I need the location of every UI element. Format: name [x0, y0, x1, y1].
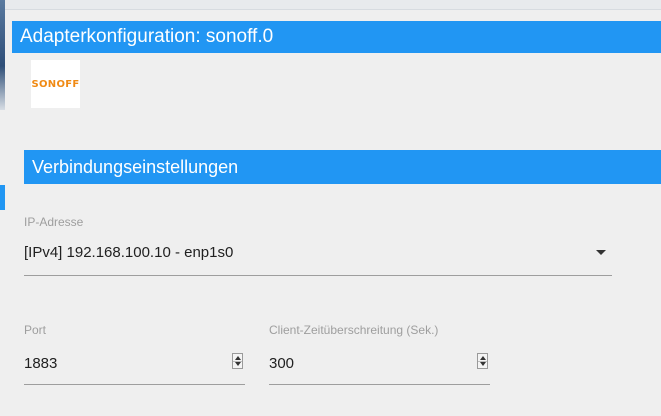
port-spinner-icon[interactable]: [232, 353, 243, 369]
section-header-connection: Verbindungseinstellungen: [24, 150, 661, 184]
adapter-config-dialog: Adapterkonfiguration: sonoff.0 SONOFF Ve…: [5, 0, 661, 416]
dialog-top-edge: [5, 0, 661, 10]
spinner-up-icon[interactable]: [235, 356, 241, 360]
sonoff-logo-text: SONOFF: [31, 78, 80, 90]
spinner-up-icon[interactable]: [480, 356, 486, 360]
sonoff-logo: SONOFF: [31, 60, 80, 108]
timeout-spinner-icon[interactable]: [477, 353, 488, 369]
ip-address-value: [IPv4] 192.168.100.10 - enp1s0: [24, 244, 234, 261]
port-input[interactable]: 1883: [24, 347, 245, 385]
ip-address-label: IP-Adresse: [24, 215, 84, 229]
timeout-input[interactable]: 300: [269, 347, 490, 385]
ip-address-select[interactable]: [IPv4] 192.168.100.10 - enp1s0: [24, 236, 612, 276]
timeout-value: 300: [269, 355, 295, 372]
port-value: 1883: [24, 355, 58, 372]
dialog-title: Adapterkonfiguration: sonoff.0: [12, 21, 661, 53]
chevron-down-icon[interactable]: [596, 250, 606, 255]
spinner-down-icon[interactable]: [480, 362, 486, 366]
timeout-label: Client-Zeitüberschreitung (Sek.): [269, 323, 439, 337]
port-label: Port: [24, 323, 47, 337]
spinner-down-icon[interactable]: [235, 362, 241, 366]
